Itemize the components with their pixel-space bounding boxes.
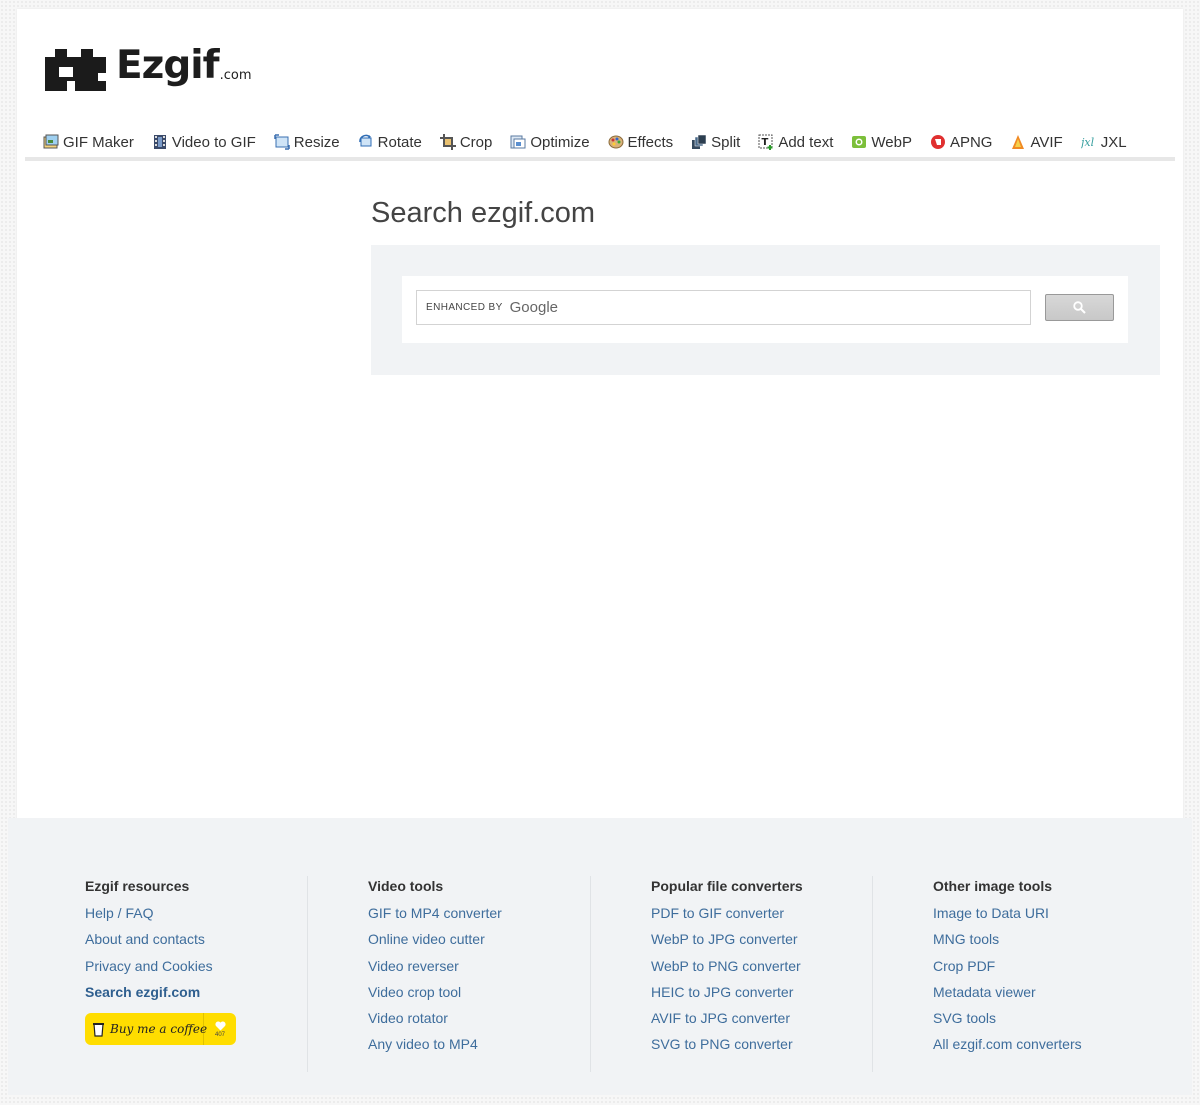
footer-link[interactable]: Video crop tool	[368, 983, 628, 1009]
nav-add-text[interactable]: T Add text	[758, 134, 833, 151]
coffee-label: Buy me a coffee	[110, 1022, 208, 1036]
jxl-icon: jxl	[1081, 136, 1095, 149]
crop-icon	[439, 134, 456, 150]
nav-crop[interactable]: Crop	[439, 134, 492, 151]
apng-icon	[930, 135, 945, 149]
palette-icon	[608, 135, 624, 149]
coffee-count: 407	[214, 1031, 225, 1038]
footer-col-image-tools: Other image tools Image to Data URI MNG …	[933, 878, 1193, 1062]
footer-link[interactable]: Video reverser	[368, 957, 628, 983]
nav-gif-maker[interactable]: GIF Maker	[43, 134, 134, 151]
site-logo[interactable]: Ezgif .com	[45, 39, 252, 91]
search-box: ENHANCED BY Google	[402, 276, 1128, 343]
footer-col-video-tools: Video tools GIF to MP4 converter Online …	[368, 878, 628, 1062]
footer-link[interactable]: Crop PDF	[933, 957, 1193, 983]
nav-webp[interactable]: WebP	[851, 134, 912, 151]
main-container: Ezgif .com GIF Maker Video to GIF Resize…	[17, 9, 1183, 828]
puzzle-logo-icon	[45, 49, 106, 91]
resize-icon	[274, 134, 290, 150]
add-text-icon: T	[758, 134, 773, 150]
footer-link[interactable]: Metadata viewer	[933, 983, 1193, 1009]
search-input[interactable]: ENHANCED BY Google	[416, 290, 1031, 325]
nav-apng[interactable]: APNG	[930, 134, 992, 151]
footer-divider	[307, 876, 308, 1072]
site-footer: Ezgif resources Help / FAQ About and con…	[8, 818, 1192, 1095]
footer-link-privacy[interactable]: Privacy and Cookies	[85, 957, 345, 983]
nav-avif[interactable]: AVIF	[1010, 134, 1063, 151]
footer-divider	[872, 876, 873, 1072]
footer-link-search[interactable]: Search ezgif.com	[85, 983, 345, 1009]
page-title: Search ezgif.com	[371, 197, 596, 229]
nav-rotate[interactable]: Rotate	[358, 134, 422, 151]
heart-icon	[214, 1020, 226, 1030]
rotate-icon	[358, 134, 372, 147]
footer-link-about[interactable]: About and contacts	[85, 930, 345, 956]
webp-icon	[852, 136, 867, 148]
footer-col-title: Other image tools	[933, 878, 1053, 894]
footer-link-help[interactable]: Help / FAQ	[85, 904, 345, 930]
film-icon	[153, 135, 166, 149]
search-icon	[1073, 301, 1086, 314]
coffee-count-box: 407	[203, 1013, 236, 1045]
avif-icon	[1012, 135, 1025, 149]
footer-link[interactable]: MNG tools	[933, 930, 1193, 956]
footer-link[interactable]: Online video cutter	[368, 930, 628, 956]
gif-maker-icon	[43, 134, 59, 149]
google-branding: Google	[509, 299, 559, 316]
footer-col-title: Ezgif resources	[85, 878, 190, 894]
coffee-cup-icon	[93, 1022, 104, 1037]
nav-divider	[25, 157, 1175, 161]
search-button[interactable]	[1045, 294, 1114, 321]
nav-video-to-gif[interactable]: Video to GIF	[152, 134, 256, 151]
enhanced-by-label: ENHANCED BY	[426, 302, 503, 313]
footer-col-resources: Ezgif resources Help / FAQ About and con…	[85, 878, 345, 1009]
footer-link[interactable]: GIF to MP4 converter	[368, 904, 628, 930]
search-panel: ENHANCED BY Google	[371, 245, 1160, 375]
svg-text:T: T	[762, 137, 769, 148]
footer-link[interactable]: All ezgif.com converters	[933, 1035, 1193, 1061]
main-nav: GIF Maker Video to GIF Resize Rotate Cro…	[43, 129, 1145, 155]
optimize-icon	[510, 135, 526, 149]
logo-text: Ezgif	[116, 43, 220, 88]
nav-optimize[interactable]: Optimize	[510, 134, 590, 151]
footer-col-title: Video tools	[368, 878, 444, 894]
nav-jxl[interactable]: jxl JXL	[1081, 134, 1127, 151]
footer-link[interactable]: Any video to MP4	[368, 1035, 628, 1061]
buy-me-a-coffee-button[interactable]: Buy me a coffee 407	[85, 1013, 236, 1045]
footer-divider	[590, 876, 591, 1072]
logo-suffix: .com	[219, 68, 252, 83]
split-icon	[692, 134, 707, 149]
footer-link[interactable]: Image to Data URI	[933, 904, 1193, 930]
svg-text:jxl: jxl	[1081, 136, 1095, 149]
nav-split[interactable]: Split	[691, 134, 740, 151]
nav-effects[interactable]: Effects	[608, 134, 673, 151]
footer-link[interactable]: Video rotator	[368, 1009, 628, 1035]
footer-link[interactable]: SVG tools	[933, 1009, 1193, 1035]
nav-resize[interactable]: Resize	[274, 134, 340, 151]
